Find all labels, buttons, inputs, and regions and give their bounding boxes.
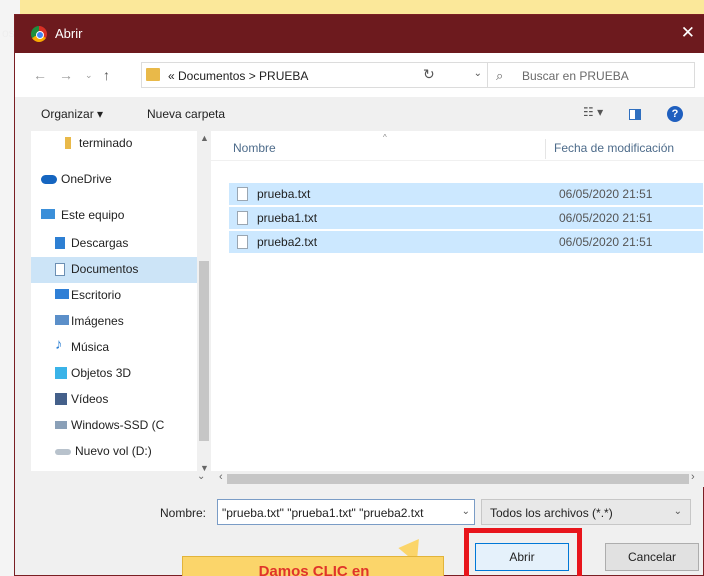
filename-label: Nombre: <box>160 506 207 520</box>
file-row[interactable]: prueba.txt 06/05/2020 21:51 <box>229 183 703 205</box>
breadcrumb[interactable]: « Documentos > PRUEBA <box>168 69 308 83</box>
drive-icon <box>55 421 67 429</box>
back-arrow-icon[interactable]: ← <box>33 67 47 83</box>
view-options-icon[interactable]: ☷ ▾ <box>583 105 603 119</box>
filename-value: "prueba.txt" "prueba1.txt" "prueba2.txt <box>222 506 424 520</box>
help-icon[interactable]: ? <box>667 106 683 122</box>
new-folder-button[interactable]: Nueva carpeta <box>147 107 225 121</box>
sidebar-item-label: Windows-SSD (C <box>71 418 165 432</box>
cancel-button[interactable]: Cancelar <box>605 543 699 571</box>
file-name: prueba.txt <box>257 187 311 201</box>
sort-indicator-icon: ^ <box>383 133 387 142</box>
sidebar-scrollbar[interactable]: ▲ ▼ <box>197 131 211 473</box>
search-placeholder: Buscar en PRUEBA <box>522 69 629 83</box>
sidebar-item-nuevo-vol[interactable]: Nuevo vol (D:) <box>55 439 197 465</box>
chevron-down-icon[interactable]: ⌄ <box>474 68 482 79</box>
horizontal-scrollbar[interactable]: ⌄ ‹ › <box>31 471 704 487</box>
sidebar-item-label: Objetos 3D <box>71 366 132 380</box>
file-row[interactable]: prueba1.txt 06/05/2020 21:51 <box>229 207 703 229</box>
sidebar-item-label: Este equipo <box>61 208 125 222</box>
sidebar-item-this-pc[interactable]: Este equipo <box>31 203 197 229</box>
folder-icon <box>65 137 71 149</box>
chrome-icon <box>31 26 47 42</box>
file-list: ^ Nombre Fecha de modificación prueba.tx… <box>211 131 704 471</box>
cube-icon <box>55 367 67 379</box>
filename-field[interactable]: "prueba.txt" "prueba1.txt" "prueba2.txt … <box>217 499 475 525</box>
search-input[interactable]: ⌕ Buscar en PRUEBA <box>487 62 695 88</box>
sidebar-item-label: terminado <box>79 136 133 150</box>
search-icon: ⌕ <box>496 68 504 83</box>
text-file-icon <box>237 187 248 201</box>
column-header-name[interactable]: Nombre <box>233 141 276 155</box>
sidebar-item-windows-ssd[interactable]: Windows-SSD (C <box>55 413 197 439</box>
organize-button[interactable]: Organizar ▾ <box>41 107 103 121</box>
cloud-icon <box>41 175 57 184</box>
sidebar-item-label: Nuevo vol (D:) <box>75 444 152 458</box>
close-icon[interactable]: ✕ <box>681 23 695 43</box>
navigation-pane: terminado OneDrive Este equipo Descargas… <box>31 131 211 473</box>
scrollbar-thumb[interactable] <box>199 261 209 441</box>
file-name: prueba2.txt <box>257 235 318 249</box>
scroll-left-icon[interactable]: ‹ <box>219 471 223 483</box>
up-arrow-icon[interactable]: ↑ <box>103 67 110 83</box>
scrollbar-thumb[interactable] <box>227 474 689 484</box>
sidebar-item-documents[interactable]: Documentos <box>31 257 197 283</box>
computer-icon <box>41 209 55 219</box>
title-bar: Abrir ✕ <box>15 15 704 53</box>
file-type-value: Todos los archivos (*.*) <box>490 506 613 520</box>
sidebar-item-label: Imágenes <box>71 314 124 328</box>
background-text: os <box>2 26 15 40</box>
forward-arrow-icon[interactable]: → <box>59 67 73 83</box>
dialog-title: Abrir <box>55 26 83 41</box>
document-icon <box>55 263 65 276</box>
file-date: 06/05/2020 21:51 <box>559 187 653 201</box>
recent-locations-icon[interactable]: ⌄ <box>85 70 93 81</box>
video-icon <box>55 393 67 405</box>
folder-icon <box>146 68 160 81</box>
preview-pane-icon[interactable] <box>629 109 641 120</box>
address-bar: ← → ⌄ ↑ « Documentos > PRUEBA ⌄ ↻ ⌕ Busc… <box>15 53 704 97</box>
column-headers: ^ Nombre Fecha de modificación <box>211 131 704 161</box>
callout-text: Damos CLIC en <box>258 563 370 576</box>
sidebar-item-label: Música <box>71 340 110 354</box>
sidebar-item-label: OneDrive <box>61 172 112 186</box>
chevron-down-icon[interactable]: ⌄ <box>197 471 205 482</box>
sidebar-item-label: Documentos <box>71 262 139 276</box>
sidebar-item-onedrive[interactable]: OneDrive <box>31 167 197 193</box>
open-button[interactable]: Abrir <box>475 543 569 571</box>
download-icon <box>55 237 65 249</box>
sidebar-item-label: Vídeos <box>71 392 109 406</box>
music-icon: ♪ <box>55 336 63 353</box>
path-field[interactable]: « Documentos > PRUEBA ⌄ <box>141 62 491 88</box>
file-name: prueba1.txt <box>257 211 318 225</box>
column-header-modified[interactable]: Fecha de modificación <box>545 139 674 159</box>
pictures-icon <box>55 315 69 325</box>
open-file-dialog: Abrir ✕ ← → ⌄ ↑ « Documentos > PRUEBA ⌄ … <box>14 14 704 576</box>
file-date: 06/05/2020 21:51 <box>559 235 653 249</box>
sidebar-item-label: Escritorio <box>71 288 122 302</box>
text-file-icon <box>237 235 248 249</box>
scroll-right-icon[interactable]: › <box>691 471 695 483</box>
command-bar: Organizar ▾ Nueva carpeta ☷ ▾ ? <box>15 97 704 131</box>
file-type-select[interactable]: Todos los archivos (*.*) ⌄ <box>481 499 691 525</box>
drive-icon <box>55 449 71 455</box>
file-row[interactable]: prueba2.txt 06/05/2020 21:51 <box>229 231 703 253</box>
refresh-icon[interactable]: ↻ <box>423 66 435 83</box>
scroll-up-icon[interactable]: ▲ <box>200 133 209 143</box>
chevron-down-icon[interactable]: ⌄ <box>462 506 470 517</box>
text-file-icon <box>237 211 248 225</box>
desktop-icon <box>55 289 69 299</box>
sidebar-item-label: Descargas <box>71 236 129 250</box>
file-date: 06/05/2020 21:51 <box>559 211 653 225</box>
callout-box: Damos CLIC en <box>182 556 444 576</box>
chevron-down-icon[interactable]: ⌄ <box>674 506 682 517</box>
